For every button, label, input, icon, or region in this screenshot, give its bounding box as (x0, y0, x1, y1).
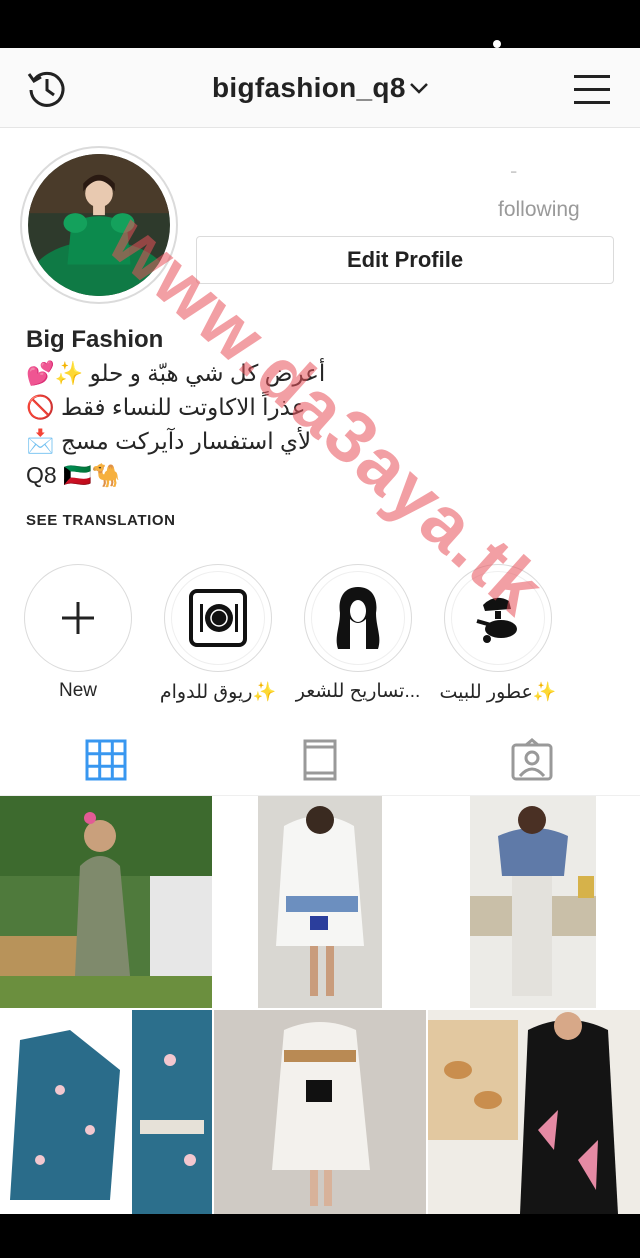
status-bar (0, 0, 640, 48)
hair-icon (336, 587, 380, 649)
bio-text-3: لأي استفسار دآيركت مسج (61, 428, 312, 454)
following-label[interactable]: following (498, 198, 580, 222)
posts-grid (0, 796, 640, 1214)
chevron-down-icon[interactable] (408, 81, 430, 95)
highlight-label-hairstyles: تساريح للشعر... (295, 681, 421, 702)
profile-tabs (0, 728, 640, 796)
avatar[interactable] (20, 146, 178, 304)
envelope-emoji: 📩 (26, 428, 55, 454)
plate-icon (189, 589, 247, 647)
perfume-icon (476, 597, 517, 643)
tagged-tab-icon[interactable] (510, 738, 554, 782)
plus-icon (62, 602, 94, 634)
highlight-label-perfumes: عطور للبيت✨ (439, 682, 557, 703)
bio-text-1: أعرض كل شي هبّة و حلو (89, 360, 326, 386)
sparkle-heart-emoji: 💕✨ (26, 360, 84, 386)
bottom-bar (0, 1214, 640, 1258)
bio-text-2: عذراً الاكاوتت للنساء فقط (61, 394, 306, 420)
camera-dot (493, 40, 501, 48)
bio-line-2: 🚫 عذراً الاكاوتت للنساء فقط (26, 394, 305, 421)
highlight-perfumes[interactable] (444, 564, 552, 672)
post-thumbnail[interactable] (428, 796, 640, 1008)
username-title[interactable]: bigfashion_q8 (212, 72, 406, 104)
feed-tab-icon[interactable] (298, 738, 342, 782)
bio-text-4: Q8 (26, 462, 57, 488)
highlight-new[interactable] (24, 564, 132, 672)
bio-line-1: 💕✨ أعرض كل شي هبّة و حلو (26, 360, 325, 387)
see-translation-link[interactable]: SEE TRANSLATION (26, 512, 176, 529)
post-thumbnail[interactable] (0, 1010, 212, 1214)
post-thumbnail[interactable] (428, 1010, 640, 1214)
post-thumbnail[interactable] (0, 796, 212, 1008)
bio-line-4: Q8 🇰🇼🐪 (26, 462, 120, 489)
no-entry-emoji: 🚫 (26, 394, 55, 420)
highlight-label-breakfast: ريوق للدوام✨ (159, 682, 277, 703)
profile-screen: bigfashion_q8 - following Edit Profile B… (0, 48, 640, 1214)
highlight-breakfast[interactable] (164, 564, 272, 672)
stat-placeholder: - (510, 158, 518, 183)
top-bar: bigfashion_q8 (0, 48, 640, 128)
menu-icon[interactable] (572, 71, 612, 107)
post-thumbnail[interactable] (214, 1010, 426, 1214)
post-thumbnail[interactable] (214, 796, 426, 1008)
highlight-hairstyles[interactable] (304, 564, 412, 672)
edit-profile-button[interactable]: Edit Profile (196, 236, 614, 284)
bio-line-3: 📩 لأي استفسار دآيركت مسج (26, 428, 311, 455)
profile-name: Big Fashion (26, 326, 164, 353)
highlight-label-new: New (58, 680, 97, 701)
history-icon[interactable] (26, 68, 68, 110)
kuwait-flag-camel-emoji: 🇰🇼🐪 (63, 462, 121, 488)
grid-tab-icon[interactable] (84, 738, 128, 782)
avatar-image (28, 154, 170, 296)
